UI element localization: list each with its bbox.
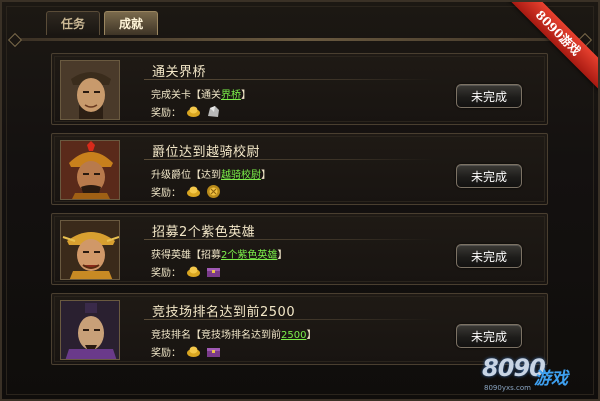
- achievement-condition: 获得英雄【招募2个紫色英雄】: [151, 246, 287, 261]
- reward-label: 奖励：: [151, 268, 181, 279]
- silver-ore-icon[interactable]: [206, 104, 221, 119]
- reward-label: 奖励：: [151, 348, 181, 359]
- condition-link[interactable]: 2500: [281, 330, 306, 341]
- tab-tasks[interactable]: 任务: [46, 11, 100, 35]
- tab-achievements[interactable]: 成就: [104, 11, 158, 35]
- achievement-item: 招募2个紫色英雄 获得英雄【招募2个紫色英雄】 奖励： 未完成: [51, 213, 548, 285]
- reward-label: 奖励：: [151, 108, 181, 119]
- tab-bar: 任务 成就: [46, 11, 158, 35]
- purple-chest-icon[interactable]: [206, 264, 221, 279]
- condition-suffix: 】: [261, 170, 271, 181]
- condition-suffix: 】: [277, 250, 288, 261]
- gold-ingot-icon[interactable]: [186, 344, 201, 359]
- watermark-brand: 游戏: [534, 369, 568, 389]
- achievement-title: 招募2个紫色英雄: [152, 225, 256, 240]
- incomplete-button[interactable]: 未完成: [456, 84, 522, 108]
- hero-portrait: [60, 220, 120, 280]
- achievement-condition: 竞技排名【竞技场排名达到前2500】: [151, 326, 316, 341]
- condition-link[interactable]: 2个紫色英雄: [221, 250, 277, 261]
- watermark-url: 8090yxs.com: [484, 384, 531, 392]
- achievement-item: 爵位达到越骑校尉 升级爵位【达到越骑校尉】 奖励： 未完成: [51, 133, 548, 205]
- hero-portrait: [60, 300, 120, 360]
- purple-chest-icon[interactable]: [206, 344, 221, 359]
- condition-prefix: 升级爵位【达到: [151, 170, 221, 181]
- achievement-title: 竞技场排名达到前2500: [152, 305, 296, 320]
- title-divider: [144, 159, 434, 160]
- achievement-title: 通关界桥: [152, 65, 207, 80]
- gold-ingot-icon[interactable]: [186, 184, 201, 199]
- condition-suffix: 】: [241, 90, 251, 101]
- condition-link[interactable]: 界桥: [221, 90, 241, 101]
- gold-ingot-icon[interactable]: [186, 104, 201, 119]
- reward-row: 奖励：: [151, 264, 221, 279]
- incomplete-button[interactable]: 未完成: [456, 244, 522, 268]
- site-watermark: 8090 游戏 8090yxs.com: [482, 354, 592, 398]
- achievement-item: 通关界桥 完成关卡【通关界桥】 奖励： 未完成: [51, 53, 548, 125]
- header-divider: [14, 38, 590, 41]
- gold-ingot-icon[interactable]: [186, 264, 201, 279]
- achievement-item: 竞技场排名达到前2500 竞技排名【竞技场排名达到前2500】 奖励： 未完成: [51, 293, 548, 365]
- achievement-panel: 任务 成就 8090游戏 通关界桥 完成关卡【通关界桥】 奖励： 未完成 爵位达…: [0, 0, 600, 401]
- title-divider: [144, 319, 434, 320]
- condition-link[interactable]: 越骑校尉: [221, 170, 261, 181]
- achievement-list: 通关界桥 完成关卡【通关界桥】 奖励： 未完成 爵位达到越骑校尉 升级爵位【达到…: [51, 53, 548, 373]
- condition-prefix: 完成关卡【通关: [151, 90, 221, 101]
- achievement-condition: 升级爵位【达到越骑校尉】: [151, 166, 271, 181]
- condition-prefix: 获得英雄【招募: [151, 250, 221, 261]
- hero-portrait: [60, 60, 120, 120]
- title-divider: [144, 79, 434, 80]
- achievement-title: 爵位达到越骑校尉: [152, 145, 261, 160]
- reward-row: 奖励：: [151, 104, 221, 119]
- achievement-condition: 完成关卡【通关界桥】: [151, 86, 251, 101]
- reward-row: 奖励：: [151, 184, 221, 199]
- gold-medal-icon[interactable]: [206, 184, 221, 199]
- reward-label: 奖励：: [151, 188, 181, 199]
- condition-suffix: 】: [306, 330, 317, 341]
- divider-ornament-left: [7, 32, 23, 48]
- hero-portrait: [60, 140, 120, 200]
- incomplete-button[interactable]: 未完成: [456, 324, 522, 348]
- condition-prefix: 竞技排名【竞技场排名达到前: [151, 330, 281, 341]
- title-divider: [144, 239, 434, 240]
- incomplete-button[interactable]: 未完成: [456, 164, 522, 188]
- reward-row: 奖励：: [151, 344, 221, 359]
